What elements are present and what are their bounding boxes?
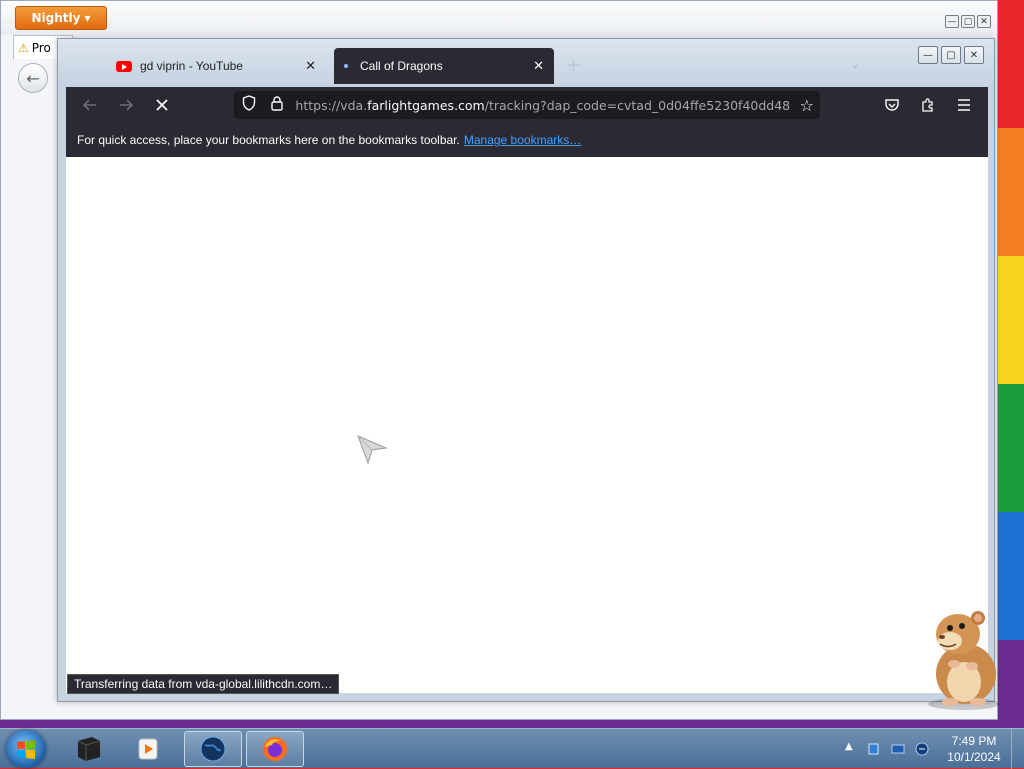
url-prefix: https://vda. — [295, 97, 368, 113]
firefox-window: gd viprin - YouTube ✕ Call of Dragons ✕ … — [57, 38, 995, 702]
mouse-pointer-icon — [357, 435, 388, 465]
list-all-tabs-icon[interactable]: ⌄ — [850, 57, 860, 71]
stop-x-icon — [156, 99, 168, 111]
close-tab-icon[interactable]: ✕ — [305, 58, 316, 74]
warning-icon: ⚠ — [18, 40, 29, 55]
taskbar-app-cube[interactable] — [60, 731, 118, 767]
bookmarks-toolbar: For quick access, place your bookmarks h… — [66, 123, 988, 157]
firefox-icon — [263, 737, 287, 761]
volume-tray-icon[interactable] — [914, 741, 930, 757]
back-button[interactable] — [72, 87, 108, 123]
new-tab-button[interactable]: + — [566, 55, 581, 76]
navigation-toolbar: https://vda.farlightgames.com/tracking?d… — [66, 87, 988, 123]
status-panel: Transferring data from vda-global.lilith… — [67, 674, 340, 694]
dropdown-arrow-icon: ▾ — [84, 11, 91, 25]
start-button[interactable] — [6, 730, 46, 768]
nightly-menu-label: Nightly — [31, 11, 81, 25]
toolbar-right-buttons — [874, 87, 988, 123]
lock-icon[interactable] — [268, 95, 286, 115]
system-clock[interactable]: 7:49 PM 10/1/2024 — [936, 733, 1012, 765]
url-host: farlightgames.com — [367, 97, 485, 113]
manage-bookmarks-link[interactable]: Manage bookmarks… — [464, 133, 581, 147]
background-minimize-button[interactable]: — — [945, 15, 959, 28]
globe-icon — [200, 736, 226, 762]
network-tray-icon[interactable] — [866, 741, 882, 757]
clock-date: 10/1/2024 — [947, 750, 1001, 764]
tracking-protection-shield-icon[interactable] — [240, 95, 258, 115]
close-tab-icon[interactable]: ✕ — [533, 58, 544, 74]
media-player-icon — [138, 738, 158, 760]
tab-call-of-dragons[interactable]: Call of Dragons ✕ — [334, 48, 554, 84]
url-path: /tracking?dap_code=cvtad_0d04ffe5230f40d… — [484, 97, 790, 113]
back-arrow-icon — [82, 99, 96, 111]
extensions-button[interactable] — [910, 87, 946, 123]
page-content-area[interactable] — [66, 157, 988, 693]
nightly-menu-button[interactable]: Nightly ▾ — [15, 6, 107, 30]
tab-label: Call of Dragons — [360, 59, 443, 73]
taskbar-app-globe[interactable] — [184, 731, 242, 767]
tab-youtube[interactable]: gd viprin - YouTube ✕ — [106, 48, 326, 84]
url-text[interactable]: https://vda.farlightgames.com/tracking?d… — [295, 98, 789, 113]
taskbar-app-firefox[interactable] — [246, 731, 304, 767]
monitor-tray-icon[interactable] — [890, 741, 906, 757]
url-bar[interactable]: https://vda.farlightgames.com/tracking?d… — [234, 91, 820, 119]
forward-button[interactable] — [108, 87, 144, 123]
pocket-button[interactable] — [874, 87, 910, 123]
loading-dot-icon — [344, 64, 348, 68]
window-controls: — ▢ ✕ — [918, 46, 984, 64]
windows-logo-icon — [17, 740, 35, 759]
hamburger-menu-icon — [958, 99, 970, 111]
close-window-button[interactable]: ✕ — [964, 46, 984, 64]
background-title-bar — [1, 1, 997, 35]
stop-loading-button[interactable] — [144, 87, 180, 123]
pocket-icon — [885, 99, 899, 111]
background-close-button[interactable]: ✕ — [977, 15, 991, 28]
background-window-controls: — ▢ ✕ — [945, 15, 991, 28]
minimize-button[interactable]: — — [918, 46, 938, 64]
forward-arrow-icon — [120, 99, 134, 111]
puzzle-icon — [922, 98, 933, 112]
app-menu-button[interactable] — [946, 87, 982, 123]
youtube-icon — [116, 60, 132, 72]
black-cube-icon — [77, 737, 101, 761]
show-desktop-button[interactable] — [1011, 729, 1024, 769]
clock-time: 7:49 PM — [951, 734, 997, 748]
background-tab-label: Pro — [31, 40, 51, 55]
bookmark-star-icon[interactable]: ☆ — [800, 96, 814, 115]
taskbar: ▲ 7:49 PM 10/1/2024 — [0, 728, 1024, 769]
background-back-button[interactable]: ← — [18, 63, 48, 93]
bookmarks-toolbar-message: For quick access, place your bookmarks h… — [77, 133, 460, 147]
tab-label: gd viprin - YouTube — [140, 59, 243, 73]
background-maximize-button[interactable]: ▢ — [961, 15, 975, 28]
desktop-pet-hamster[interactable] — [920, 604, 1008, 712]
back-arrow-icon: ← — [26, 68, 40, 88]
show-hidden-icons-button[interactable]: ▲ — [845, 741, 853, 752]
maximize-button[interactable]: ▢ — [941, 46, 961, 64]
taskbar-app-media-player[interactable] — [120, 731, 178, 767]
